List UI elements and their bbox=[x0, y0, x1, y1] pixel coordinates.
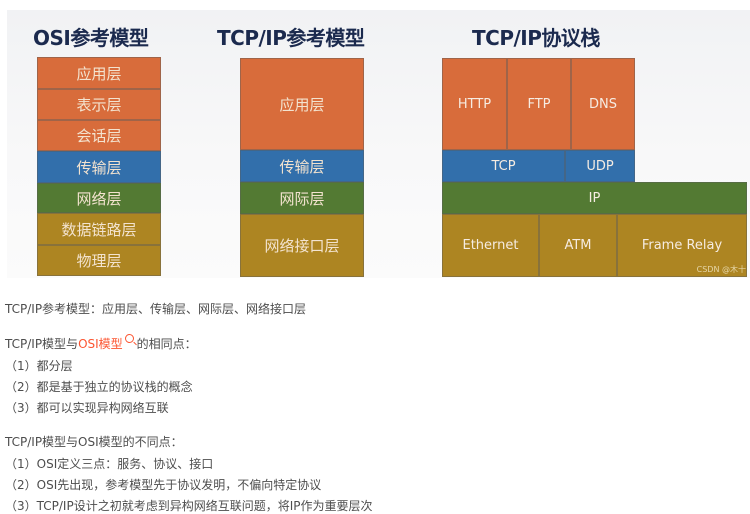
osi-layer-data-link: 数据链路层 bbox=[37, 213, 161, 245]
similarity-point: （2）都是基于独立的协议栈的概念 bbox=[5, 380, 193, 394]
search-icon[interactable] bbox=[124, 334, 134, 343]
tcpip-layer-internet: 网际层 bbox=[240, 182, 364, 214]
stack-ip: IP bbox=[442, 182, 747, 214]
differences-heading: TCP/IP模型与OSI模型的不同点： bbox=[5, 435, 183, 449]
similarities-prefix: TCP/IP模型与 bbox=[5, 337, 79, 351]
stack-ftp: FTP bbox=[507, 58, 571, 150]
similarities-heading: TCP/IP模型与OSI模型 的相同点： bbox=[5, 334, 197, 352]
osi-model-title: OSI参考模型 bbox=[33, 26, 149, 50]
osi-layer-physical: 物理层 bbox=[37, 245, 161, 276]
stack-http: HTTP bbox=[442, 58, 507, 150]
osi-layer-presentation: 表示层 bbox=[37, 89, 161, 120]
osi-model-link[interactable]: OSI模型 bbox=[78, 337, 123, 351]
difference-point: （1）OSI定义三点：服务、协议、接口 bbox=[5, 457, 214, 471]
osi-layer-transport: 传输层 bbox=[37, 151, 161, 183]
stack-dns: DNS bbox=[571, 58, 635, 150]
tcpip-stack-title: TCP/IP协议栈 bbox=[472, 26, 600, 50]
stack-atm: ATM bbox=[539, 214, 617, 277]
stack-udp: UDP bbox=[565, 150, 635, 182]
csdn-watermark: CSDN @木十 bbox=[696, 265, 746, 274]
stack-tcp: TCP bbox=[442, 150, 565, 182]
tcpip-layer-application: 应用层 bbox=[240, 58, 364, 150]
osi-layer-session: 会话层 bbox=[37, 120, 161, 151]
similarity-point: （3）都可以实现异构网络互联 bbox=[5, 401, 169, 415]
difference-point: （3）TCP/IP设计之初就考虑到异构网络互联问题，将IP作为重要层次 bbox=[5, 499, 373, 513]
tcpip-reference-model-title: TCP/IP参考模型 bbox=[217, 26, 365, 50]
stack-ethernet: Ethernet bbox=[442, 214, 539, 277]
tcpip-layer-network-interface: 网络接口层 bbox=[240, 214, 364, 277]
osi-layer-network: 网络层 bbox=[37, 183, 161, 213]
tcpip-layers-summary: TCP/IP参考模型：应用层、传输层、网际层、网络接口层 bbox=[5, 302, 307, 316]
similarity-point: （1）都分层 bbox=[5, 359, 73, 373]
osi-tcpip-comparison-figure: OSI参考模型 TCP/IP参考模型 TCP/IP协议栈 应用层 表示层 会话层… bbox=[7, 10, 750, 278]
difference-point: （2）OSI先出现，参考模型先于协议发明，不偏向特定协议 bbox=[5, 478, 322, 492]
similarities-suffix: 的相同点： bbox=[136, 337, 197, 351]
tcpip-layer-transport: 传输层 bbox=[240, 150, 364, 182]
osi-layer-application: 应用层 bbox=[37, 57, 161, 89]
